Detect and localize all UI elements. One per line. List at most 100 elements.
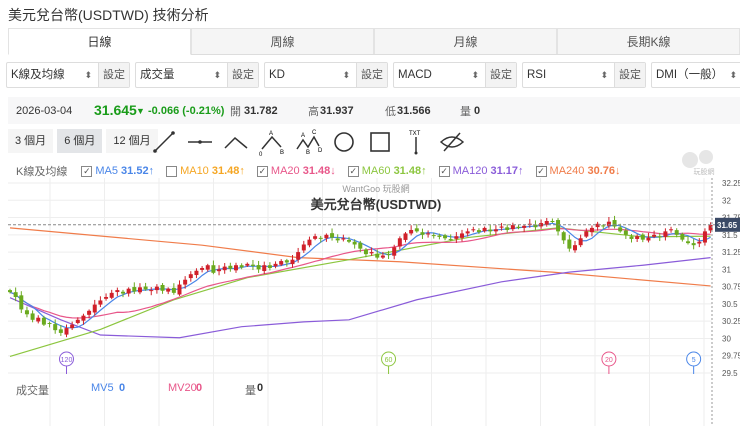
candle-body: [533, 224, 538, 228]
legend-ma5[interactable]: ✓ MA5 31.52↑: [81, 165, 154, 177]
range-3m-button[interactable]: 3 個月: [8, 129, 54, 153]
candle-body: [454, 236, 459, 239]
candle-body: [239, 265, 244, 268]
rsi-select[interactable]: RSI: [523, 63, 614, 87]
candle: [347, 236, 351, 244]
checkbox-unchecked[interactable]: [166, 165, 178, 177]
legend-ma10[interactable]: MA10 31.48↑: [166, 165, 245, 177]
candle: [516, 224, 521, 230]
candle: [41, 315, 46, 327]
volume-select[interactable]: 成交量: [136, 63, 227, 87]
candle-body: [335, 238, 340, 241]
abc-wave-tool-icon[interactable]: A B 0: [258, 128, 286, 156]
candle-body: [375, 253, 380, 258]
tab-long-term[interactable]: 長期K線: [557, 28, 740, 54]
candle: [663, 228, 668, 241]
tab-daily[interactable]: 日線: [8, 28, 191, 55]
y-tick-label: 32.25: [722, 179, 740, 188]
settings-button[interactable]: 設定: [98, 63, 129, 87]
candle: [612, 215, 617, 229]
legend-ma60[interactable]: ✓ MA60 31.48↑: [347, 165, 427, 177]
kline-select[interactable]: K線及均線: [7, 63, 98, 87]
checkbox-checked[interactable]: ✓: [438, 165, 450, 177]
candle-body: [92, 304, 97, 313]
candle: [70, 321, 75, 331]
candle: [544, 217, 549, 227]
candle: [623, 227, 628, 239]
candle-body: [488, 229, 493, 232]
y-tick-label: 31.75: [722, 214, 740, 223]
candle-body: [465, 231, 470, 234]
candle-body: [273, 263, 278, 267]
svg-text:A: A: [301, 133, 305, 139]
kd-select[interactable]: KD: [265, 63, 356, 87]
candle-body: [595, 223, 600, 228]
candle: [47, 321, 52, 328]
candle-body: [301, 244, 306, 251]
candle-body: [87, 310, 92, 315]
mv5-label: MV5: [91, 382, 114, 394]
candle-body: [443, 235, 448, 239]
candle: [606, 216, 611, 229]
checkbox-checked[interactable]: ✓: [256, 165, 268, 177]
candle-body: [262, 265, 267, 272]
candle-body: [75, 319, 80, 323]
candle: [646, 232, 651, 243]
candle-body: [674, 230, 679, 235]
settings-button[interactable]: 設定: [614, 63, 645, 87]
candle: [702, 228, 707, 246]
candle-body: [13, 292, 18, 297]
legend-ma240[interactable]: ✓ MA240 30.76↓: [535, 165, 621, 177]
tab-monthly[interactable]: 月線: [374, 28, 557, 54]
candle-body: [561, 232, 566, 241]
abcd-wave-tool-icon[interactable]: A C D B: [294, 128, 322, 156]
horizontal-line-tool-icon[interactable]: [186, 128, 214, 156]
candle: [426, 230, 431, 238]
candle-body: [476, 230, 481, 233]
candle-body: [324, 234, 329, 239]
dmi-select[interactable]: DMI（一般）: [652, 63, 740, 87]
range-6m-button[interactable]: 6 個月: [57, 129, 103, 153]
candle: [126, 287, 131, 297]
candle: [250, 259, 255, 271]
candle: [691, 238, 696, 250]
candle: [363, 248, 368, 258]
candle: [92, 299, 97, 316]
candle: [499, 222, 504, 231]
ma120-line: [9, 257, 711, 339]
candle: [19, 291, 24, 314]
drawing-toolbar: A B 0 A C D B TXT: [150, 128, 466, 156]
candle-body: [126, 288, 131, 294]
settings-button[interactable]: 設定: [356, 63, 387, 87]
settings-button[interactable]: 設定: [227, 63, 258, 87]
checkbox-checked[interactable]: ✓: [347, 165, 359, 177]
tab-weekly[interactable]: 周線: [191, 28, 374, 54]
watermark-name: 美元兌台幣(USDTWD): [311, 197, 442, 212]
period-marker-label: 20: [605, 357, 613, 364]
candle: [160, 283, 165, 294]
candle-body: [284, 260, 289, 263]
quote-bar: 2026-03-04 31.645 ▼ -0.066 (-0.21%) 開 31…: [8, 97, 740, 124]
checkbox-checked[interactable]: ✓: [535, 165, 547, 177]
candle: [686, 236, 690, 245]
ma20-line: [9, 228, 711, 319]
line-tool-icon[interactable]: [150, 128, 178, 156]
checkbox-checked[interactable]: ✓: [81, 165, 93, 177]
hide-drawings-icon[interactable]: [438, 128, 466, 156]
settings-button[interactable]: 設定: [485, 63, 516, 87]
angle-tool-icon[interactable]: [222, 128, 250, 156]
legend-ma20[interactable]: ✓ MA20 31.48↓: [256, 165, 336, 177]
rectangle-tool-icon[interactable]: [366, 128, 394, 156]
text-tool-icon[interactable]: TXT: [402, 128, 430, 156]
candle: [618, 223, 623, 233]
candle-body: [403, 233, 408, 240]
macd-select[interactable]: MACD: [394, 63, 485, 87]
circle-tool-icon[interactable]: [330, 128, 358, 156]
legend-ma120[interactable]: ✓ MA120 31.17↑: [438, 165, 524, 177]
mv5-value: 0: [119, 382, 126, 394]
candle-body: [36, 317, 41, 322]
candle: [188, 271, 193, 282]
candle-body: [567, 239, 572, 249]
candle-body: [386, 253, 391, 255]
candle: [262, 261, 267, 275]
